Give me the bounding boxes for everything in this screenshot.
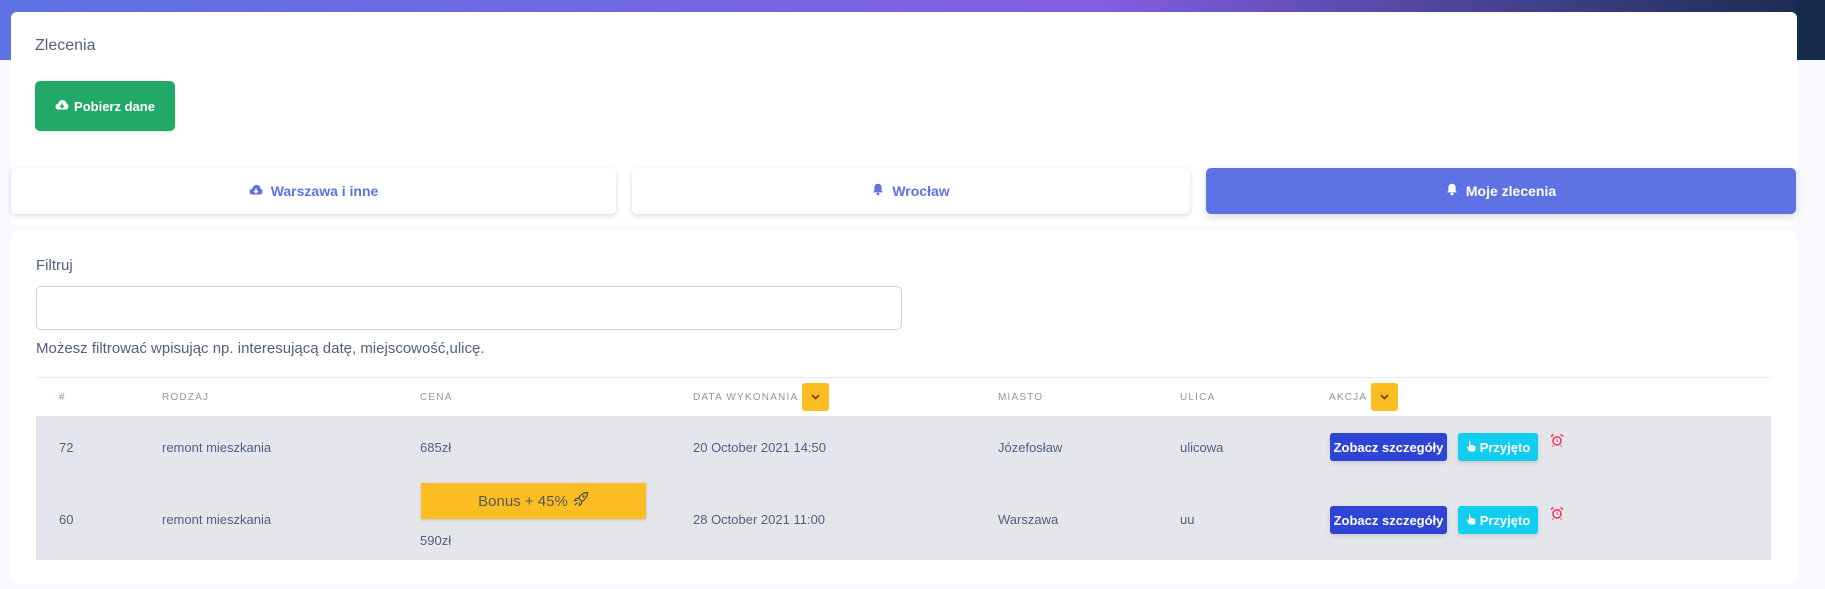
tab-warszawa-label: Warszawa i inne bbox=[270, 183, 379, 199]
cell-street: uu bbox=[1180, 511, 1195, 527]
alarm-clock-icon[interactable] bbox=[1549, 432, 1565, 448]
cell-price: 590zł bbox=[420, 532, 452, 548]
cell-type: remont mieszkania bbox=[162, 511, 272, 527]
cell-id: 72 bbox=[59, 439, 74, 455]
column-header-action-label: AKCJA bbox=[1329, 391, 1368, 403]
filter-help-text: Możesz filtrować wpisując np. interesują… bbox=[36, 340, 485, 357]
download-data-label: Pobierz dane bbox=[74, 98, 155, 114]
accepted-label: Przyjęto bbox=[1479, 512, 1531, 528]
cell-street: ulicowa bbox=[1180, 439, 1224, 455]
tab-wroclaw[interactable]: Wrocław bbox=[632, 168, 1190, 214]
header-background-edge bbox=[1795, 0, 1825, 60]
alarm-clock-icon[interactable] bbox=[1549, 505, 1565, 521]
chevron-down-icon bbox=[811, 392, 820, 403]
orders-table: # RODZAJ CENA DATA WYKONANIA MIASTO ULIC… bbox=[36, 377, 1771, 560]
tab-wroclaw-label: Wrocław bbox=[892, 183, 950, 199]
view-details-button[interactable]: Zobacz szczegóły bbox=[1330, 433, 1447, 461]
cloud-download-icon bbox=[249, 183, 263, 199]
column-header-price: CENA bbox=[420, 391, 453, 403]
cell-id: 60 bbox=[59, 511, 74, 527]
tab-moje-zlecenia-label: Moje zlecenia bbox=[1465, 183, 1557, 199]
bonus-label: Bonus + 45% bbox=[478, 492, 568, 510]
table-header: # RODZAJ CENA DATA WYKONANIA MIASTO ULIC… bbox=[36, 377, 1771, 416]
sort-action-button[interactable] bbox=[1371, 383, 1399, 411]
page-title: Zlecenia bbox=[35, 37, 96, 54]
download-data-button[interactable]: Pobierz dane bbox=[35, 81, 175, 131]
column-header-action: AKCJA bbox=[1329, 378, 1399, 416]
column-header-date-label: DATA WYKONANIA bbox=[693, 391, 799, 403]
column-header-city: MIASTO bbox=[998, 391, 1044, 403]
accepted-label: Przyjęto bbox=[1479, 439, 1531, 455]
accepted-button[interactable]: Przyjęto bbox=[1458, 506, 1538, 534]
column-header-date: DATA WYKONANIA bbox=[693, 378, 830, 416]
rocket-icon bbox=[573, 491, 589, 511]
cell-date: 28 October 2021 11:00 bbox=[693, 511, 826, 527]
column-header-id: # bbox=[59, 391, 66, 403]
cell-date: 20 October 2021 14:50 bbox=[693, 439, 826, 455]
cell-city: Józefosław bbox=[998, 439, 1063, 455]
bell-icon bbox=[872, 183, 884, 199]
accepted-button[interactable]: Przyjęto bbox=[1458, 433, 1538, 461]
filter-input[interactable] bbox=[36, 286, 902, 330]
bell-icon bbox=[1446, 183, 1458, 199]
hand-pointer-icon bbox=[1466, 440, 1476, 455]
chevron-down-icon bbox=[1380, 392, 1389, 403]
cell-type: remont mieszkania bbox=[162, 439, 272, 455]
cell-city: Warszawa bbox=[998, 511, 1059, 527]
sort-date-button[interactable] bbox=[802, 383, 830, 411]
bonus-badge: Bonus + 45% bbox=[421, 483, 646, 519]
cloud-download-icon bbox=[55, 99, 69, 114]
table-row: 72 remont mieszkania 685zł 20 October 20… bbox=[36, 416, 1771, 478]
view-details-button[interactable]: Zobacz szczegóły bbox=[1330, 506, 1447, 534]
tab-moje-zlecenia[interactable]: Moje zlecenia bbox=[1206, 168, 1796, 214]
filter-label: Filtruj bbox=[36, 257, 73, 274]
cell-price: 685zł bbox=[420, 439, 452, 455]
column-header-type: RODZAJ bbox=[162, 391, 210, 403]
hand-pointer-icon bbox=[1466, 513, 1476, 528]
column-header-street: ULICA bbox=[1180, 391, 1216, 403]
tab-warszawa[interactable]: Warszawa i inne bbox=[11, 168, 616, 214]
table-row: 60 remont mieszkania Bonus + 45% 590zł 2… bbox=[36, 478, 1771, 560]
